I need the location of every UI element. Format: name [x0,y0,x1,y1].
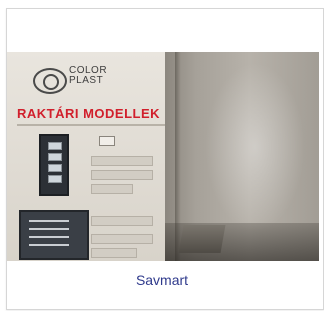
model-tag [99,136,115,146]
brand-text: COLOR PLAST [69,65,108,86]
spec-line [91,170,153,180]
color-plast-logo-icon [33,68,67,94]
product-caption-link[interactable]: Savmart [0,272,324,288]
door-model-1-icon [39,134,69,196]
spec-line [91,248,137,258]
poster-title: RAKTÁRI MODELLEK [17,106,161,121]
product-image[interactable]: COLOR PLAST RAKTÁRI MODELLEK [7,52,319,261]
spec-line [91,156,153,166]
spec-line [91,234,153,244]
door-model-2-icon [19,210,89,260]
poster-divider [17,124,167,126]
frosted-glass-panel [165,52,319,261]
catalogue-poster: COLOR PLAST RAKTÁRI MODELLEK [7,52,177,261]
spec-line [91,184,133,194]
spec-line [91,216,153,226]
